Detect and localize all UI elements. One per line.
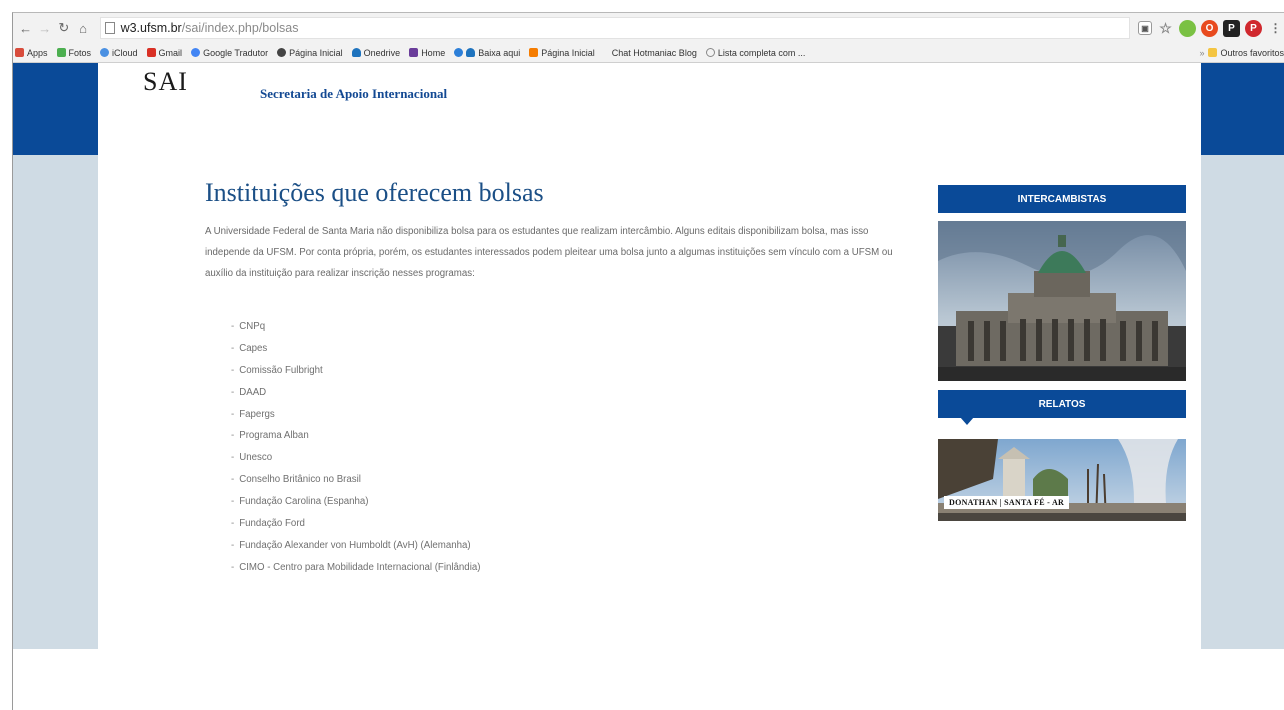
site-subtitle: Secretaria de Apoio Internacional	[260, 86, 448, 101]
circle-icon	[454, 48, 464, 57]
nav-noticias[interactable]: NOTÍCIAS	[316, 129, 355, 139]
folder-icon	[1208, 48, 1218, 57]
bookmark-baixa-aqui[interactable]: Baixa aqui	[454, 48, 520, 58]
home-bookmark-icon	[409, 48, 419, 57]
building-image	[938, 221, 1186, 381]
nav-sobre[interactable]: SOBRE	[188, 129, 217, 139]
list-item[interactable]: Comissão Fulbright	[231, 360, 480, 382]
address-bar[interactable]: w3.ufsm.br/sai/index.php/bolsas	[99, 17, 1131, 39]
nav-da-ufsm-para-o-mundo[interactable]: DA UFSM PARA O MUNDO	[405, 129, 507, 139]
icloud-icon	[100, 48, 110, 57]
menu-icon[interactable]: ⋮	[1267, 20, 1284, 37]
google-icon	[191, 48, 201, 57]
site-logo[interactable]: SAI	[143, 69, 188, 95]
nav-faq[interactable]: FAQ	[915, 129, 932, 139]
bookmark-apps[interactable]: Apps	[15, 48, 48, 58]
intro-paragraph: A Universidade Federal de Santa Maria nã…	[205, 226, 893, 280]
sidebar-header-intercambistas[interactable]: INTERCAMBISTAS	[938, 185, 1186, 213]
bookmark-pagina-inicial[interactable]: Página Inicial	[277, 48, 343, 58]
list-item[interactable]: Fundação Ford	[231, 513, 480, 535]
browser-toolbar: ← → ↻ ⌂ w3.ufsm.br/sai/index.php/bolsas …	[13, 13, 1284, 43]
list-item[interactable]: CIMO - Centro para Mobilidade Internacio…	[231, 557, 480, 579]
list-item[interactable]: Fundação Alexander von Humboldt (AvH) (A…	[231, 535, 480, 557]
list-item[interactable]: CNPq	[231, 316, 480, 338]
reload-icon[interactable]: ↻	[55, 18, 72, 38]
institutions-list: CNPq Capes Comissão Fulbright DAAD Faper…	[231, 316, 480, 579]
home-icon[interactable]: ⌂	[74, 18, 91, 38]
orange-square-icon	[529, 48, 539, 57]
bookmark-star-icon[interactable]: ☆	[1157, 20, 1174, 37]
bookmarks-bar: Apps Fotos iCloud Gmail Google Tradutor …	[13, 43, 1284, 63]
page-title: Instituições que oferecem bolsas	[205, 178, 544, 207]
url-path: /sai/index.php/bolsas	[181, 21, 299, 35]
web-page: SAI Secretaria de Apoio Internacional IN…	[13, 63, 1284, 649]
gear-icon	[277, 48, 287, 57]
bookmark-other-favorites[interactable]: » Outros favoritos	[1199, 48, 1284, 58]
list-item[interactable]: Conselho Britânico no Brasil	[231, 469, 480, 491]
bookmark-google-tradutor[interactable]: Google Tradutor	[191, 48, 268, 58]
photos-icon	[56, 48, 66, 57]
bookmark-lista-completa[interactable]: Lista completa com ...	[705, 48, 805, 58]
url-domain: w3.ufsm.br	[120, 21, 182, 35]
bookmark-home[interactable]: Home	[409, 48, 445, 58]
nav-programa-pelo-mundo[interactable]: PROGRAMA PELO MUNDO	[981, 129, 1086, 139]
page-action-icon[interactable]: ▣	[1138, 21, 1153, 35]
globe-icon	[705, 48, 715, 57]
cloud-icon	[466, 48, 476, 57]
opera-extension-icon[interactable]: O	[1201, 19, 1219, 37]
photo-caption: DONATHAN | SANTA FÉ - AR	[944, 496, 1070, 509]
bookmark-icloud[interactable]: iCloud	[100, 48, 138, 58]
list-item[interactable]: Programa Alban	[231, 425, 480, 447]
nav-auxilie-um-estrangeiro[interactable]: AUXILIE UM ESTRANGEIRO	[720, 129, 828, 139]
list-item[interactable]: DAAD	[231, 382, 480, 404]
list-item[interactable]: Capes	[231, 338, 480, 360]
p-extension-icon[interactable]: P	[1223, 19, 1241, 37]
sidebar-header-relatos[interactable]: RELATOS	[938, 390, 1186, 425]
list-item[interactable]: Unesco	[231, 447, 480, 469]
page-icon	[104, 22, 115, 34]
chevron-right-icon: »	[1199, 47, 1205, 58]
pinterest-extension-icon[interactable]: P	[1245, 19, 1263, 37]
nav-editais[interactable]: EDITAIS	[249, 129, 280, 139]
cloud-icon	[351, 48, 361, 57]
browser-window: ← → ↻ ⌂ w3.ufsm.br/sai/index.php/bolsas …	[12, 12, 1284, 710]
forward-arrow-icon[interactable]: →	[36, 18, 53, 38]
list-item[interactable]: Fundação Carolina (Espanha)	[231, 491, 480, 513]
android-extension-icon[interactable]	[1179, 19, 1197, 37]
bookmark-gmail[interactable]: Gmail	[146, 48, 182, 58]
gmail-icon	[146, 48, 156, 57]
nav-inicio[interactable]: INÍCIO	[119, 129, 144, 139]
bookmark-chat-hotmaniac[interactable]: Chat Hotmaniac Blog	[612, 48, 697, 58]
apps-icon	[15, 48, 24, 57]
bookmark-onedrive[interactable]: Onedrive	[351, 48, 400, 58]
bookmark-fotos[interactable]: Fotos	[56, 48, 91, 58]
pointer-arrow-icon	[960, 417, 974, 425]
bookmark-pagina-inicial-2[interactable]: Página Inicial	[529, 48, 595, 58]
main-navigation: INÍCIO SOBRE EDITAIS NOTÍCIAS DA UFSM PA…	[98, 113, 1201, 155]
back-arrow-icon[interactable]: ←	[17, 18, 34, 38]
nav-study-at-ufsm[interactable]: STUDY AT UFSM	[595, 129, 660, 139]
list-item[interactable]: Fapergs	[231, 404, 480, 426]
congress-building-photo[interactable]	[938, 221, 1186, 381]
